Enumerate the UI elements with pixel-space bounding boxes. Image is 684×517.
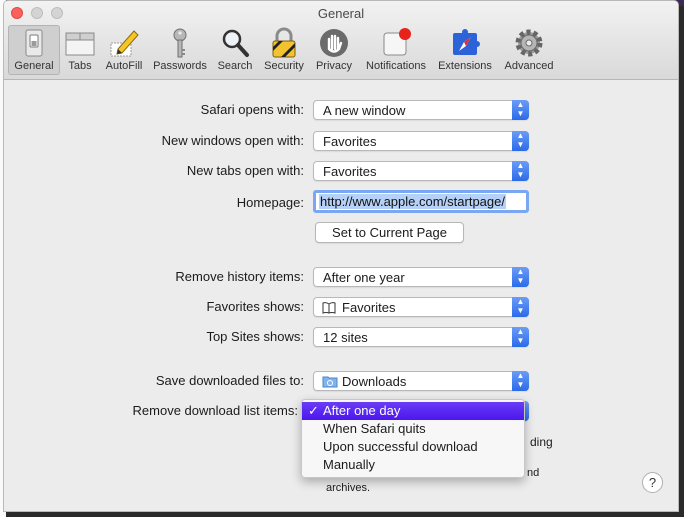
popup-value: 12 sites bbox=[323, 330, 368, 345]
notifications-icon bbox=[383, 28, 411, 56]
popup-value: Favorites bbox=[342, 300, 396, 315]
menu-item-label: After one day bbox=[323, 403, 401, 418]
partial-text-ding: ding bbox=[530, 435, 553, 449]
partial-text-archives: archives. bbox=[326, 482, 371, 494]
help-button[interactable]: ? bbox=[642, 472, 663, 493]
tab-label: AutoFill bbox=[105, 60, 143, 72]
book-icon bbox=[322, 302, 336, 314]
homepage-label: Homepage: bbox=[236, 195, 304, 210]
save-downloads-popup[interactable]: Downloads ▲ ▼ bbox=[313, 371, 529, 391]
downloads-folder-icon bbox=[322, 376, 338, 388]
new-tabs-label: New tabs open with: bbox=[186, 163, 304, 178]
title-bar: General General Tabs AutoFill Passwords … bbox=[4, 1, 678, 80]
magnifier-icon bbox=[222, 29, 249, 57]
gear-icon bbox=[515, 29, 543, 57]
remove-download-label: Remove download list items: bbox=[132, 403, 298, 418]
chevron-updown-icon: ▲▼ bbox=[512, 371, 529, 391]
window-title: General bbox=[317, 6, 365, 21]
menu-item-label: Upon successful download bbox=[323, 439, 478, 454]
menu-item-when-safari-quits[interactable]: When Safari quits bbox=[302, 420, 524, 438]
tab-label: Extensions bbox=[438, 60, 492, 72]
tab-general[interactable]: General bbox=[8, 25, 60, 75]
puzzle-compass-icon bbox=[453, 29, 480, 55]
remove-history-label: Remove history items: bbox=[175, 269, 304, 284]
menu-item-upon-successful-download[interactable]: Upon successful download bbox=[302, 438, 524, 456]
save-downloads-label: Save downloaded files to: bbox=[155, 373, 304, 388]
tab-label: Tabs bbox=[68, 60, 92, 72]
popup-value: Favorites bbox=[323, 164, 377, 179]
tab-label: Passwords bbox=[153, 60, 207, 72]
partial-text-nd: nd bbox=[527, 467, 540, 479]
popup-value: Downloads bbox=[342, 374, 407, 389]
tab-label: Search bbox=[217, 60, 253, 72]
remove-download-menu: ✓ After one day When Safari quits Upon s… bbox=[301, 399, 525, 478]
chevron-updown-icon: ▲▼ bbox=[512, 267, 529, 287]
popup-value: After one year bbox=[323, 270, 405, 285]
tab-security[interactable]: Security bbox=[260, 25, 308, 75]
chevron-updown-icon: ▲▼ bbox=[512, 131, 529, 151]
safari-opens-label: Safari opens with: bbox=[200, 102, 304, 117]
chevron-updown-icon: ▲▼ bbox=[512, 297, 529, 317]
menu-item-label: Manually bbox=[323, 457, 376, 472]
top-sites-label: Top Sites shows: bbox=[206, 329, 304, 344]
tab-extensions[interactable]: Extensions bbox=[434, 25, 496, 75]
chevron-updown-icon: ▲▼ bbox=[512, 327, 529, 347]
lock-icon bbox=[272, 27, 296, 58]
tab-label: Security bbox=[264, 60, 304, 72]
favorites-shows-label: Favorites shows: bbox=[206, 299, 304, 314]
homepage-field[interactable]: http://www.apple.com/startpage/ bbox=[313, 190, 529, 213]
new-windows-label: New windows open with: bbox=[161, 133, 304, 148]
tab-search[interactable]: Search bbox=[214, 25, 256, 75]
tab-privacy[interactable]: Privacy bbox=[312, 25, 356, 75]
popup-value: Favorites bbox=[323, 134, 377, 149]
tab-advanced[interactable]: Advanced bbox=[500, 25, 558, 75]
general-switch-icon bbox=[25, 29, 43, 57]
tab-autofill[interactable]: AutoFill bbox=[100, 25, 148, 75]
popup-value: A new window bbox=[323, 103, 406, 118]
tab-notifications[interactable]: Notifications bbox=[360, 25, 432, 75]
favorites-shows-popup[interactable]: Favorites ▲ ▼ bbox=[313, 297, 529, 317]
tab-label: General bbox=[14, 60, 54, 72]
tab-label: Notifications bbox=[366, 60, 426, 72]
checkmark-icon: ✓ bbox=[308, 403, 319, 418]
homepage-value: http://www.apple.com/startpage/ bbox=[319, 194, 506, 209]
preferences-window: General General Tabs AutoFill Passwords … bbox=[3, 0, 679, 512]
safari-opens-popup[interactable]: A new window ▲ ▼ bbox=[313, 100, 529, 120]
menu-item-after-one-day[interactable]: ✓ After one day bbox=[302, 402, 524, 420]
tab-tabs[interactable]: Tabs bbox=[60, 25, 100, 75]
tabs-icon bbox=[65, 32, 95, 56]
autofill-pencil-icon bbox=[110, 30, 139, 57]
set-to-current-page-button[interactable]: Set to Current Page bbox=[315, 222, 464, 243]
top-sites-popup[interactable]: 12 sites ▲ ▼ bbox=[313, 327, 529, 347]
tab-passwords[interactable]: Passwords bbox=[150, 25, 210, 75]
hand-icon bbox=[320, 29, 348, 57]
new-windows-popup[interactable]: Favorites ▲ ▼ bbox=[313, 131, 529, 151]
new-tabs-popup[interactable]: Favorites ▲ ▼ bbox=[313, 161, 529, 181]
tab-label: Privacy bbox=[315, 60, 353, 72]
menu-item-manually[interactable]: Manually bbox=[302, 456, 524, 474]
tab-label: Advanced bbox=[504, 60, 554, 72]
key-icon bbox=[173, 28, 187, 58]
remove-history-popup[interactable]: After one year ▲ ▼ bbox=[313, 267, 529, 287]
chevron-updown-icon: ▲▼ bbox=[512, 100, 529, 120]
chevron-updown-icon: ▲▼ bbox=[512, 161, 529, 181]
menu-item-label: When Safari quits bbox=[323, 421, 426, 436]
